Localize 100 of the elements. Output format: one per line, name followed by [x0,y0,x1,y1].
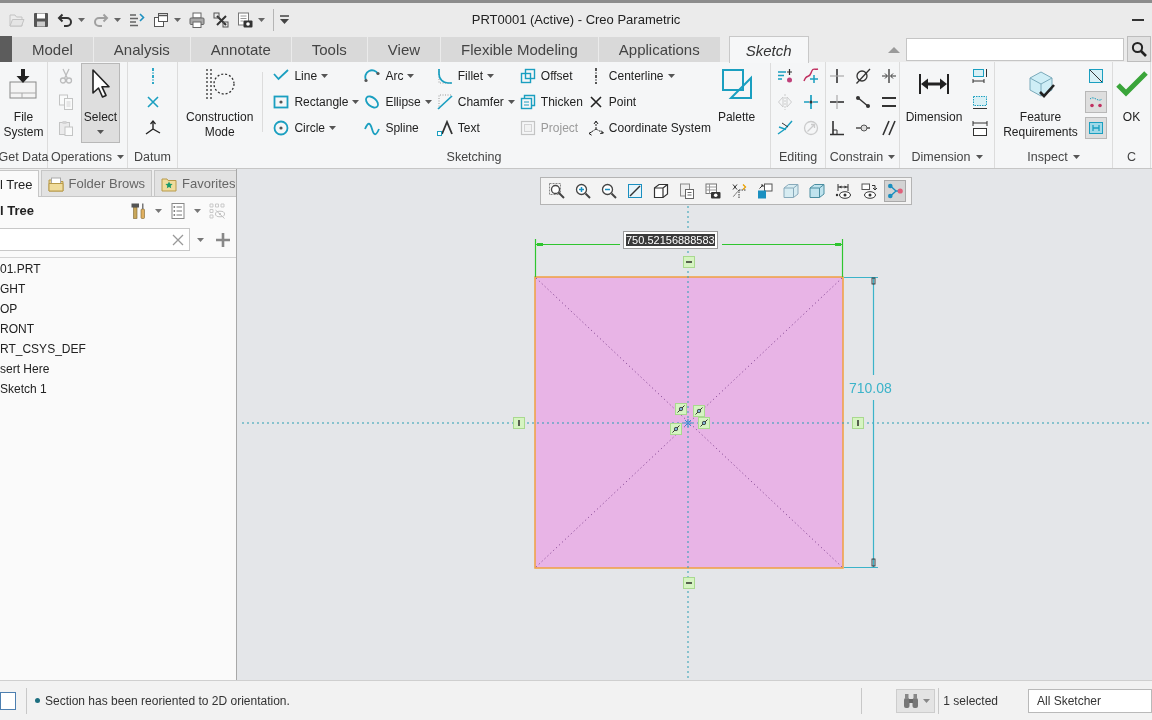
dash-dot-line-icon [593,68,598,84]
tree-item[interactable]: Sketch 1 [0,379,47,399]
ribbon-tab[interactable]: Annotate [190,37,291,62]
selection-filter-dropdown[interactable]: All Sketcher [1028,688,1152,713]
connected-nodes-icon [887,183,903,199]
vertical-cross-icon [828,68,845,84]
group-menu-button[interactable]: Operations [48,150,127,164]
horizontal-cross-icon [828,94,845,110]
chamfer-button[interactable]: Chamfer [435,89,516,115]
add-icon[interactable] [216,232,230,247]
ribbon-tab[interactable]: Tools [291,37,367,62]
cross-point-icon [587,94,604,110]
offset-button[interactable]: Offset [518,63,574,89]
caret-icon[interactable] [197,237,204,242]
table-camera-button[interactable] [702,180,724,202]
dimension-eye-icon [835,183,851,199]
ribbon-tab[interactable]: Flexible Modeling [441,37,598,62]
search-field[interactable] [906,37,1124,61]
window-title: PRT0001 (Active) - Creo Parametric [471,12,681,27]
zoom-in-icon [575,183,591,199]
minimize-icon[interactable] [1132,18,1144,21]
navigator-tab[interactable]: l Tree [0,170,39,197]
tree-item[interactable]: OP [0,299,18,319]
horizontal-constraint-icon [683,577,695,589]
group-menu-button[interactable]: Constrain [827,150,898,164]
line-button[interactable]: Line [272,63,330,89]
navigator-tab[interactable]: Favorites [154,170,236,196]
open-ends-button[interactable] [1084,91,1107,113]
text-tool-button[interactable]: Text [435,115,481,141]
caret-icon [114,17,121,22]
tree-item[interactable]: sert Here [0,359,50,379]
list-document-icon [170,202,186,219]
ribbon-tab[interactable]: View [367,37,441,62]
ribbon-tab[interactable]: Analysis [93,37,190,62]
ribbon-tab[interactable]: Model [12,37,93,62]
centerline-button[interactable]: Centerline [586,63,676,89]
zoom-extents-icon [549,183,565,199]
cross-point-icon [144,94,161,110]
panel-title: l Tree [0,203,34,218]
group-label: Datum [133,150,172,164]
ribbon-tab[interactable]: Applications [598,37,720,62]
construction-mode-button[interactable]: Construction Mode [183,63,257,143]
camera-document-icon [237,11,253,28]
dimension-input[interactable]: 750.52156888583 [623,231,718,249]
group-menu-button[interactable]: Inspect [1025,150,1082,164]
tree-item[interactable]: 01.PRT [0,259,41,279]
point-button[interactable]: Point [586,89,638,115]
search-button[interactable] [1127,36,1151,62]
caret-icon [975,155,983,159]
caret-icon [1072,155,1080,159]
fillet-button[interactable]: Fillet [435,63,496,89]
square-toggle-icon[interactable] [0,691,16,710]
ribbon-tab[interactable]: Sketch [728,36,809,63]
list-document-button[interactable] [168,200,203,221]
ellipse-button[interactable]: Ellipse [363,89,433,115]
folder-icon [47,175,64,192]
line-endpoints-icon [854,94,871,110]
point-on-line-constraint-icon [675,403,687,415]
circle-button[interactable]: Circle [272,115,338,141]
dashed-line-icon [150,68,155,84]
axes-icon [731,183,747,199]
box-eye-button[interactable] [858,180,880,202]
caret-icon [194,208,201,213]
dashed-box-line-icon [972,94,989,110]
palette-button[interactable]: Palette [714,63,759,128]
spline-button[interactable]: Spline [363,115,420,141]
caret-icon [667,74,675,78]
ok-button[interactable]: OK [1112,63,1151,128]
find-button[interactable] [896,688,936,713]
tree-item[interactable]: RONT [0,319,34,339]
point-on-line-constraint-icon [698,417,710,429]
tree-item[interactable]: RT_CSYS_DEF [0,339,86,359]
rectangle-button[interactable]: Rectangle [272,89,361,115]
select-button[interactable]: Select [80,63,121,143]
shade-closed-loops-button[interactable] [1084,117,1107,139]
customize-caret-icon[interactable] [280,15,289,24]
tree-item[interactable]: GHT [0,279,26,299]
caret-icon [321,74,329,78]
caret-icon [78,17,85,22]
rounded-corner-icon [436,68,453,84]
bracket-box-icon [972,120,989,136]
coordinate-system-button[interactable]: Coordinate System [586,115,712,141]
thicken-button[interactable]: Thicken [518,89,584,115]
feature-requirements-button[interactable]: Feature Requirements [1000,63,1081,143]
search-field[interactable] [0,228,190,251]
arc-button[interactable]: Arc [363,63,416,89]
vertical-constraint-icon [852,417,864,429]
caret-icon [407,74,415,78]
dimension-button[interactable]: Dimension [902,63,966,128]
caret-icon [352,100,360,104]
curve-plus-icon [803,68,819,84]
print-icon [189,11,205,28]
line-ring-icon [854,124,871,132]
connected-nodes-button[interactable] [884,180,906,202]
group-menu-button[interactable]: Dimension [909,150,985,164]
file-system-button[interactable]: File System [0,63,47,143]
clear-icon[interactable] [172,233,184,246]
overlapping-squares-icon [519,68,536,84]
cross-dot-icon [803,94,819,110]
navigator-tab[interactable]: Folder Brows [40,170,153,196]
